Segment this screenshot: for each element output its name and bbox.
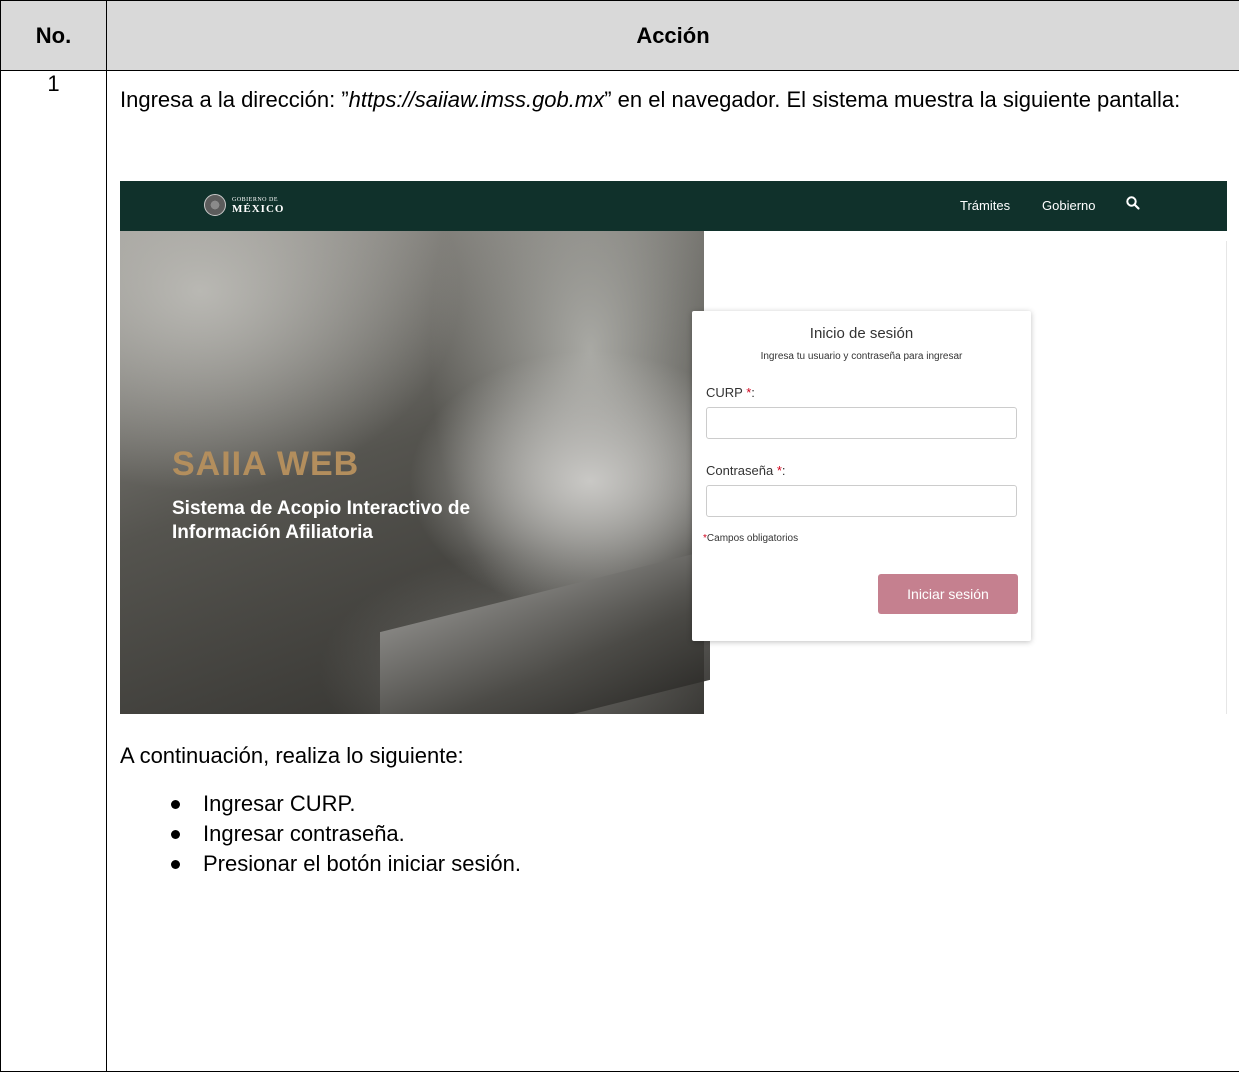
- password-label: Contraseña *:: [706, 463, 786, 478]
- top-navbar: GOBIERNO DE MÉXICO Trámites Gobierno: [120, 181, 1227, 231]
- hero-subtitle: Sistema de Acopio Interactivo de Informa…: [172, 497, 572, 545]
- laptop-photo-shape: [380, 550, 710, 714]
- table-row: 1 Ingresa a la dirección: ”https://saiia…: [1, 71, 1239, 1072]
- curp-label: CURP *:: [706, 385, 755, 400]
- steps-list: Ingresar CURP. Ingresar contraseña. Pres…: [169, 789, 521, 879]
- list-item: Ingresar contraseña.: [169, 819, 521, 849]
- login-button[interactable]: Iniciar sesión: [878, 574, 1018, 614]
- hero-image: SAIIA WEB Sistema de Acopio Interactivo …: [120, 231, 704, 714]
- row-number: 1: [1, 71, 107, 1072]
- logo-text: GOBIERNO DE MÉXICO: [232, 196, 284, 214]
- header-accion: Acción: [107, 1, 1239, 71]
- intro-after-url: ” en el navegador. El sistema muestra la…: [604, 87, 1180, 112]
- login-card: Inicio de sesión Ingresa tu usuario y co…: [692, 311, 1031, 641]
- intro-text: Ingresa a la dirección: ”https://saiiaw.…: [120, 85, 1230, 115]
- password-label-text: Contraseña: [706, 463, 773, 478]
- login-subtitle: Ingresa tu usuario y contraseña para ing…: [692, 351, 1031, 362]
- continue-text: A continuación, realiza lo siguiente:: [120, 743, 464, 769]
- step-text: Presionar el botón iniciar sesión.: [203, 851, 521, 876]
- procedure-table: No. Acción 1 Ingresa a la dirección: ”ht…: [0, 0, 1239, 1072]
- step-text: Ingresar contraseña.: [203, 821, 405, 846]
- bullet-icon: [171, 860, 180, 869]
- coat-of-arms-icon: [204, 194, 226, 216]
- curp-label-colon: :: [751, 385, 755, 400]
- header-no: No.: [1, 1, 107, 71]
- intro-before-url: Ingresa a la dirección: ”: [120, 87, 349, 112]
- curp-input[interactable]: [706, 407, 1017, 439]
- bullet-icon: [171, 830, 180, 839]
- required-note-text: Campos obligatorios: [707, 533, 798, 544]
- required-fields-note: *Campos obligatorios: [703, 533, 798, 544]
- row-content: Ingresa a la dirección: ”https://saiiaw.…: [107, 71, 1239, 1072]
- hero-title: SAIIA WEB: [172, 445, 359, 484]
- login-screenshot: GOBIERNO DE MÉXICO Trámites Gobierno SAI…: [120, 181, 1227, 714]
- logo-big-text: MÉXICO: [232, 205, 284, 214]
- intro-url: https://saiiaw.imss.gob.mx: [349, 87, 605, 112]
- bullet-icon: [171, 800, 180, 809]
- password-label-colon: :: [782, 463, 786, 478]
- gobierno-mexico-logo[interactable]: GOBIERNO DE MÉXICO: [204, 194, 284, 216]
- search-icon[interactable]: [1125, 195, 1141, 211]
- list-item: Presionar el botón iniciar sesión.: [169, 849, 521, 879]
- password-input[interactable]: [706, 485, 1017, 517]
- nav-link-tramites[interactable]: Trámites: [960, 198, 1010, 213]
- nav-link-gobierno[interactable]: Gobierno: [1042, 198, 1095, 213]
- login-title: Inicio de sesión: [692, 325, 1031, 342]
- step-text: Ingresar CURP.: [203, 791, 355, 816]
- list-item: Ingresar CURP.: [169, 789, 521, 819]
- header-row: No. Acción: [1, 1, 1239, 71]
- curp-label-text: CURP: [706, 385, 743, 400]
- page-edge-divider: [1226, 241, 1227, 714]
